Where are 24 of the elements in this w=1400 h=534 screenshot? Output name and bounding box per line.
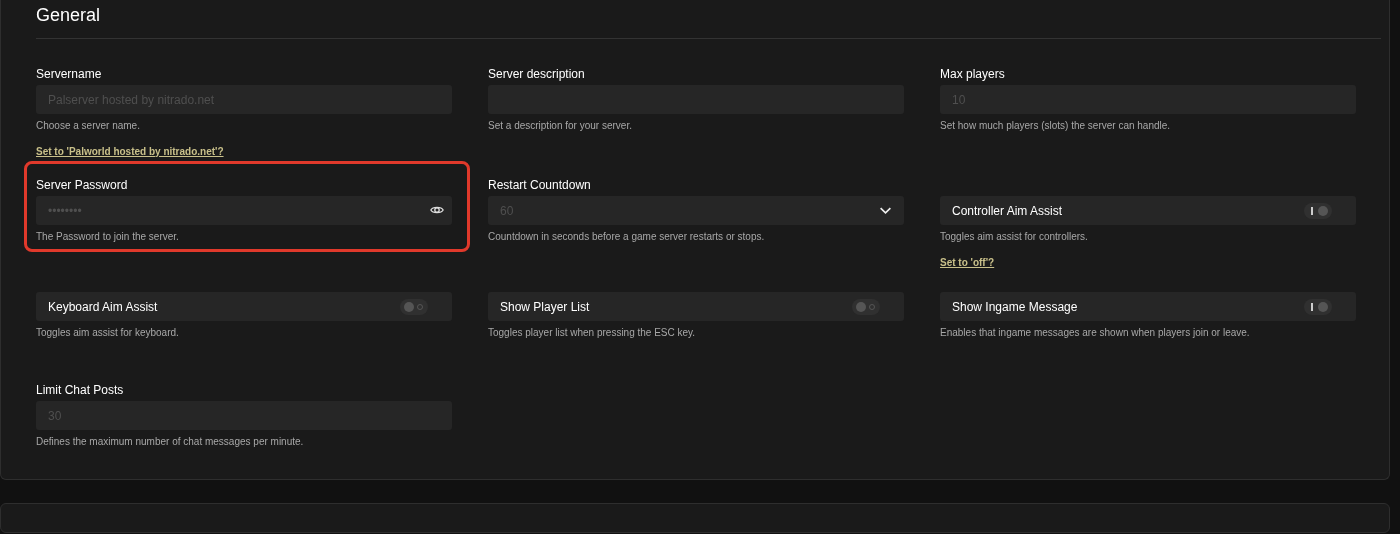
field-label: Restart Countdown — [488, 178, 591, 192]
field-label: Max players — [940, 67, 1005, 81]
field-label: Servername — [36, 67, 102, 81]
help-text: Toggles aim assist for keyboard. — [36, 327, 179, 339]
section-title: General — [36, 4, 101, 26]
toggle-label: Show Ingame Message — [952, 298, 1078, 316]
help-text: Toggles player list when pressing the ESC key. — [488, 327, 696, 339]
help-text: Toggles aim assist for controllers. — [940, 231, 1088, 243]
help-text: Enables that ingame messages are shown when players join or leave. — [940, 327, 1250, 339]
toggle-label: Controller Aim Assist — [952, 202, 1063, 220]
field-label: Server description — [488, 67, 585, 81]
help-text: Set a description for your server. — [488, 120, 632, 132]
help-text: Choose a server name. — [36, 120, 140, 132]
field-label: Server Password — [36, 178, 128, 192]
suggestion-link[interactable]: Set to 'off'? — [940, 255, 995, 270]
toggle-label: Show Player List — [500, 298, 590, 316]
help-text: The Password to join the server. — [36, 231, 179, 243]
password-field[interactable]: •••••••• — [36, 196, 452, 225]
suggestion-link[interactable]: Set to 'Palworld hosted by nitrado.net'? — [36, 144, 224, 159]
help-text: Defines the maximum number of chat messages per minute. — [36, 436, 304, 448]
toggle-label: Keyboard Aim Assist — [48, 298, 158, 316]
help-text: Set how much players (slots) the server can handle. — [940, 120, 1171, 132]
help-text: Countdown in seconds before a game server restarts or stops. — [488, 231, 765, 243]
field-label: Limit Chat Posts — [36, 383, 124, 397]
